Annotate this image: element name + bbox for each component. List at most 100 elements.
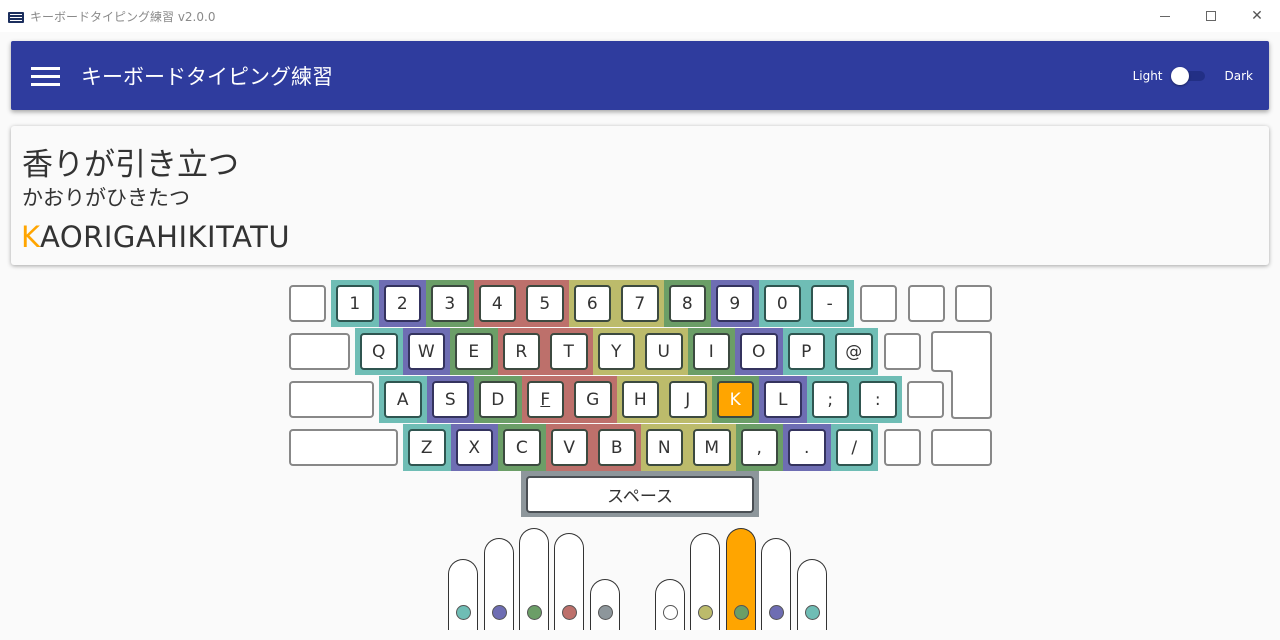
key-label: 1 [349, 293, 361, 314]
key-blank[interactable] [907, 285, 945, 322]
key-a[interactable]: A [384, 381, 422, 418]
key-label: R [515, 341, 528, 362]
window-title: キーボードタイピング練習 v2.0.0 [30, 9, 216, 24]
left-index-finger [554, 533, 584, 630]
key-c[interactable]: C [503, 429, 541, 466]
key-label: L [778, 389, 788, 410]
key-at[interactable]: @ [835, 333, 873, 370]
key-colon[interactable]: : [859, 381, 897, 418]
key-blank[interactable] [289, 381, 374, 418]
key-5[interactable]: 5 [526, 285, 564, 322]
key-4[interactable]: 4 [478, 285, 516, 322]
key-blank[interactable] [289, 429, 398, 466]
key-slash[interactable]: / [835, 429, 873, 466]
keyboard-icon [8, 9, 24, 23]
left-middle-finger [519, 528, 549, 630]
key-k[interactable]: K [716, 381, 754, 418]
key-w[interactable]: W [407, 333, 445, 370]
key-label: X [468, 437, 481, 458]
key-n[interactable]: N [645, 429, 683, 466]
key-blank[interactable] [931, 429, 992, 466]
key-minus[interactable]: - [811, 285, 849, 322]
space-key[interactable]: スペース [526, 476, 754, 513]
key-label: B [610, 437, 623, 458]
key-f[interactable]: F [526, 381, 564, 418]
romaji-typed: K [21, 220, 41, 254]
key-x[interactable]: X [455, 429, 493, 466]
key-blank[interactable] [289, 285, 326, 322]
key-q[interactable]: Q [360, 333, 398, 370]
key-t[interactable]: T [550, 333, 588, 370]
key-blank[interactable] [860, 285, 897, 322]
key-comma[interactable]: , [740, 429, 778, 466]
key-s[interactable]: S [431, 381, 469, 418]
key-j[interactable]: J [669, 381, 707, 418]
theme-toggle[interactable] [1170, 66, 1207, 86]
finger-color-dot [598, 605, 613, 620]
maximize-button[interactable] [1188, 0, 1234, 32]
key-p[interactable]: P [787, 333, 825, 370]
key-semicolon[interactable]: ; [811, 381, 849, 418]
key-label: A [396, 389, 409, 410]
key-6[interactable]: 6 [573, 285, 611, 322]
key-h[interactable]: H [621, 381, 659, 418]
key-blank[interactable] [884, 333, 921, 370]
key-y[interactable]: Y [597, 333, 635, 370]
key-label: C [515, 437, 528, 458]
finger-color-dot [562, 605, 577, 620]
key-label: T [563, 341, 574, 362]
key-l[interactable]: L [764, 381, 802, 418]
key-8[interactable]: 8 [668, 285, 706, 322]
key-label: : [874, 389, 881, 410]
key-label: / [851, 437, 858, 458]
key-z[interactable]: Z [408, 429, 446, 466]
theme-dark-label: Dark [1224, 68, 1253, 83]
close-icon: ✕ [1251, 8, 1263, 24]
key-label: 9 [729, 293, 741, 314]
key-label: 2 [396, 293, 408, 314]
hamburger-menu-icon[interactable] [31, 66, 61, 86]
prompt-romaji: KAORIGAHIKITATU [21, 220, 290, 254]
key-label: K [729, 389, 741, 410]
key-blank[interactable] [884, 429, 921, 466]
prompt-kanji: 香りが引き立つ [22, 147, 239, 183]
key-e[interactable]: E [455, 333, 493, 370]
key-9[interactable]: 9 [716, 285, 754, 322]
key-b[interactable]: B [598, 429, 636, 466]
prompt-card: 香りが引き立つ かおりがひきたつ KAORIGAHIKITATU [11, 126, 1269, 265]
key-label: V [563, 437, 576, 458]
key-d[interactable]: D [479, 381, 517, 418]
key-u[interactable]: U [645, 333, 683, 370]
key-blank[interactable] [289, 333, 350, 370]
key-m[interactable]: M [693, 429, 731, 466]
key-2[interactable]: 2 [383, 285, 421, 322]
left-pinky-finger [448, 559, 478, 630]
key-1[interactable]: 1 [336, 285, 374, 322]
key-7[interactable]: 7 [621, 285, 659, 322]
finger-color-dot [663, 605, 678, 620]
key-o[interactable]: O [740, 333, 778, 370]
finger-color-dot [456, 605, 471, 620]
close-button[interactable]: ✕ [1234, 0, 1280, 32]
key-label: 0 [776, 293, 788, 314]
left-ring-finger [484, 538, 514, 630]
key-enter[interactable] [931, 331, 992, 419]
app-bar: キーボードタイピング練習 Light Dark [11, 41, 1269, 110]
prompt-kana: かおりがひきたつ [22, 186, 190, 210]
key-blank[interactable] [955, 285, 992, 322]
key-i[interactable]: I [692, 333, 730, 370]
key-label: P [801, 341, 812, 362]
key-label: U [657, 341, 670, 362]
key-r[interactable]: R [502, 333, 540, 370]
romaji-remaining: AORIGAHIKITATU [40, 220, 291, 254]
key-period[interactable]: . [788, 429, 826, 466]
key-3[interactable]: 3 [431, 285, 469, 322]
key-label: G [586, 389, 600, 410]
key-g[interactable]: G [574, 381, 612, 418]
finger-color-dot [769, 605, 784, 620]
key-label: Y [611, 341, 622, 362]
key-v[interactable]: V [550, 429, 588, 466]
key-0[interactable]: 0 [763, 285, 801, 322]
finger-color-dot [527, 605, 542, 620]
minimize-button[interactable] [1142, 0, 1188, 32]
